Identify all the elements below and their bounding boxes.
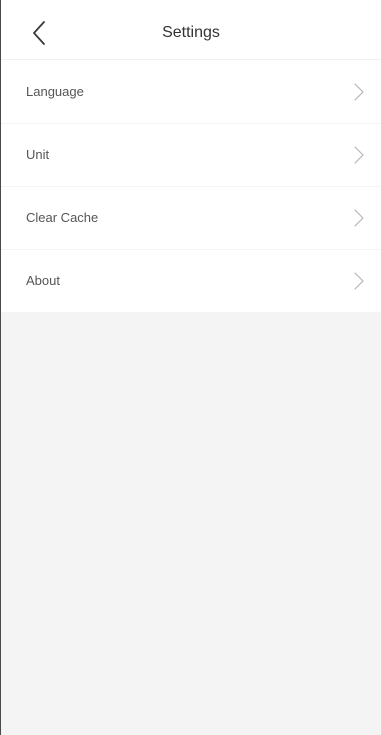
settings-item-clear-cache[interactable]: Clear Cache [1, 186, 381, 249]
chevron-right-icon [354, 82, 364, 101]
chevron-right-icon [354, 271, 364, 290]
header-bar: Settings [1, 7, 381, 60]
settings-screen: Settings Language Unit Clear Cache About [0, 0, 382, 735]
settings-item-language[interactable]: Language [1, 60, 381, 123]
chevron-left-icon [33, 21, 45, 45]
settings-item-label: Language [26, 84, 84, 99]
status-bar-area [1, 0, 381, 7]
settings-item-label: Unit [26, 147, 50, 162]
settings-list: Language Unit Clear Cache About [1, 60, 381, 312]
settings-item-about[interactable]: About [1, 249, 381, 312]
back-button[interactable] [21, 15, 57, 51]
chevron-right-icon [354, 208, 364, 227]
settings-item-label: Clear Cache [26, 210, 99, 225]
settings-item-label: About [26, 273, 60, 288]
chevron-right-icon [354, 145, 364, 164]
empty-content-area [1, 312, 381, 735]
settings-item-unit[interactable]: Unit [1, 123, 381, 186]
page-title: Settings [162, 24, 220, 41]
